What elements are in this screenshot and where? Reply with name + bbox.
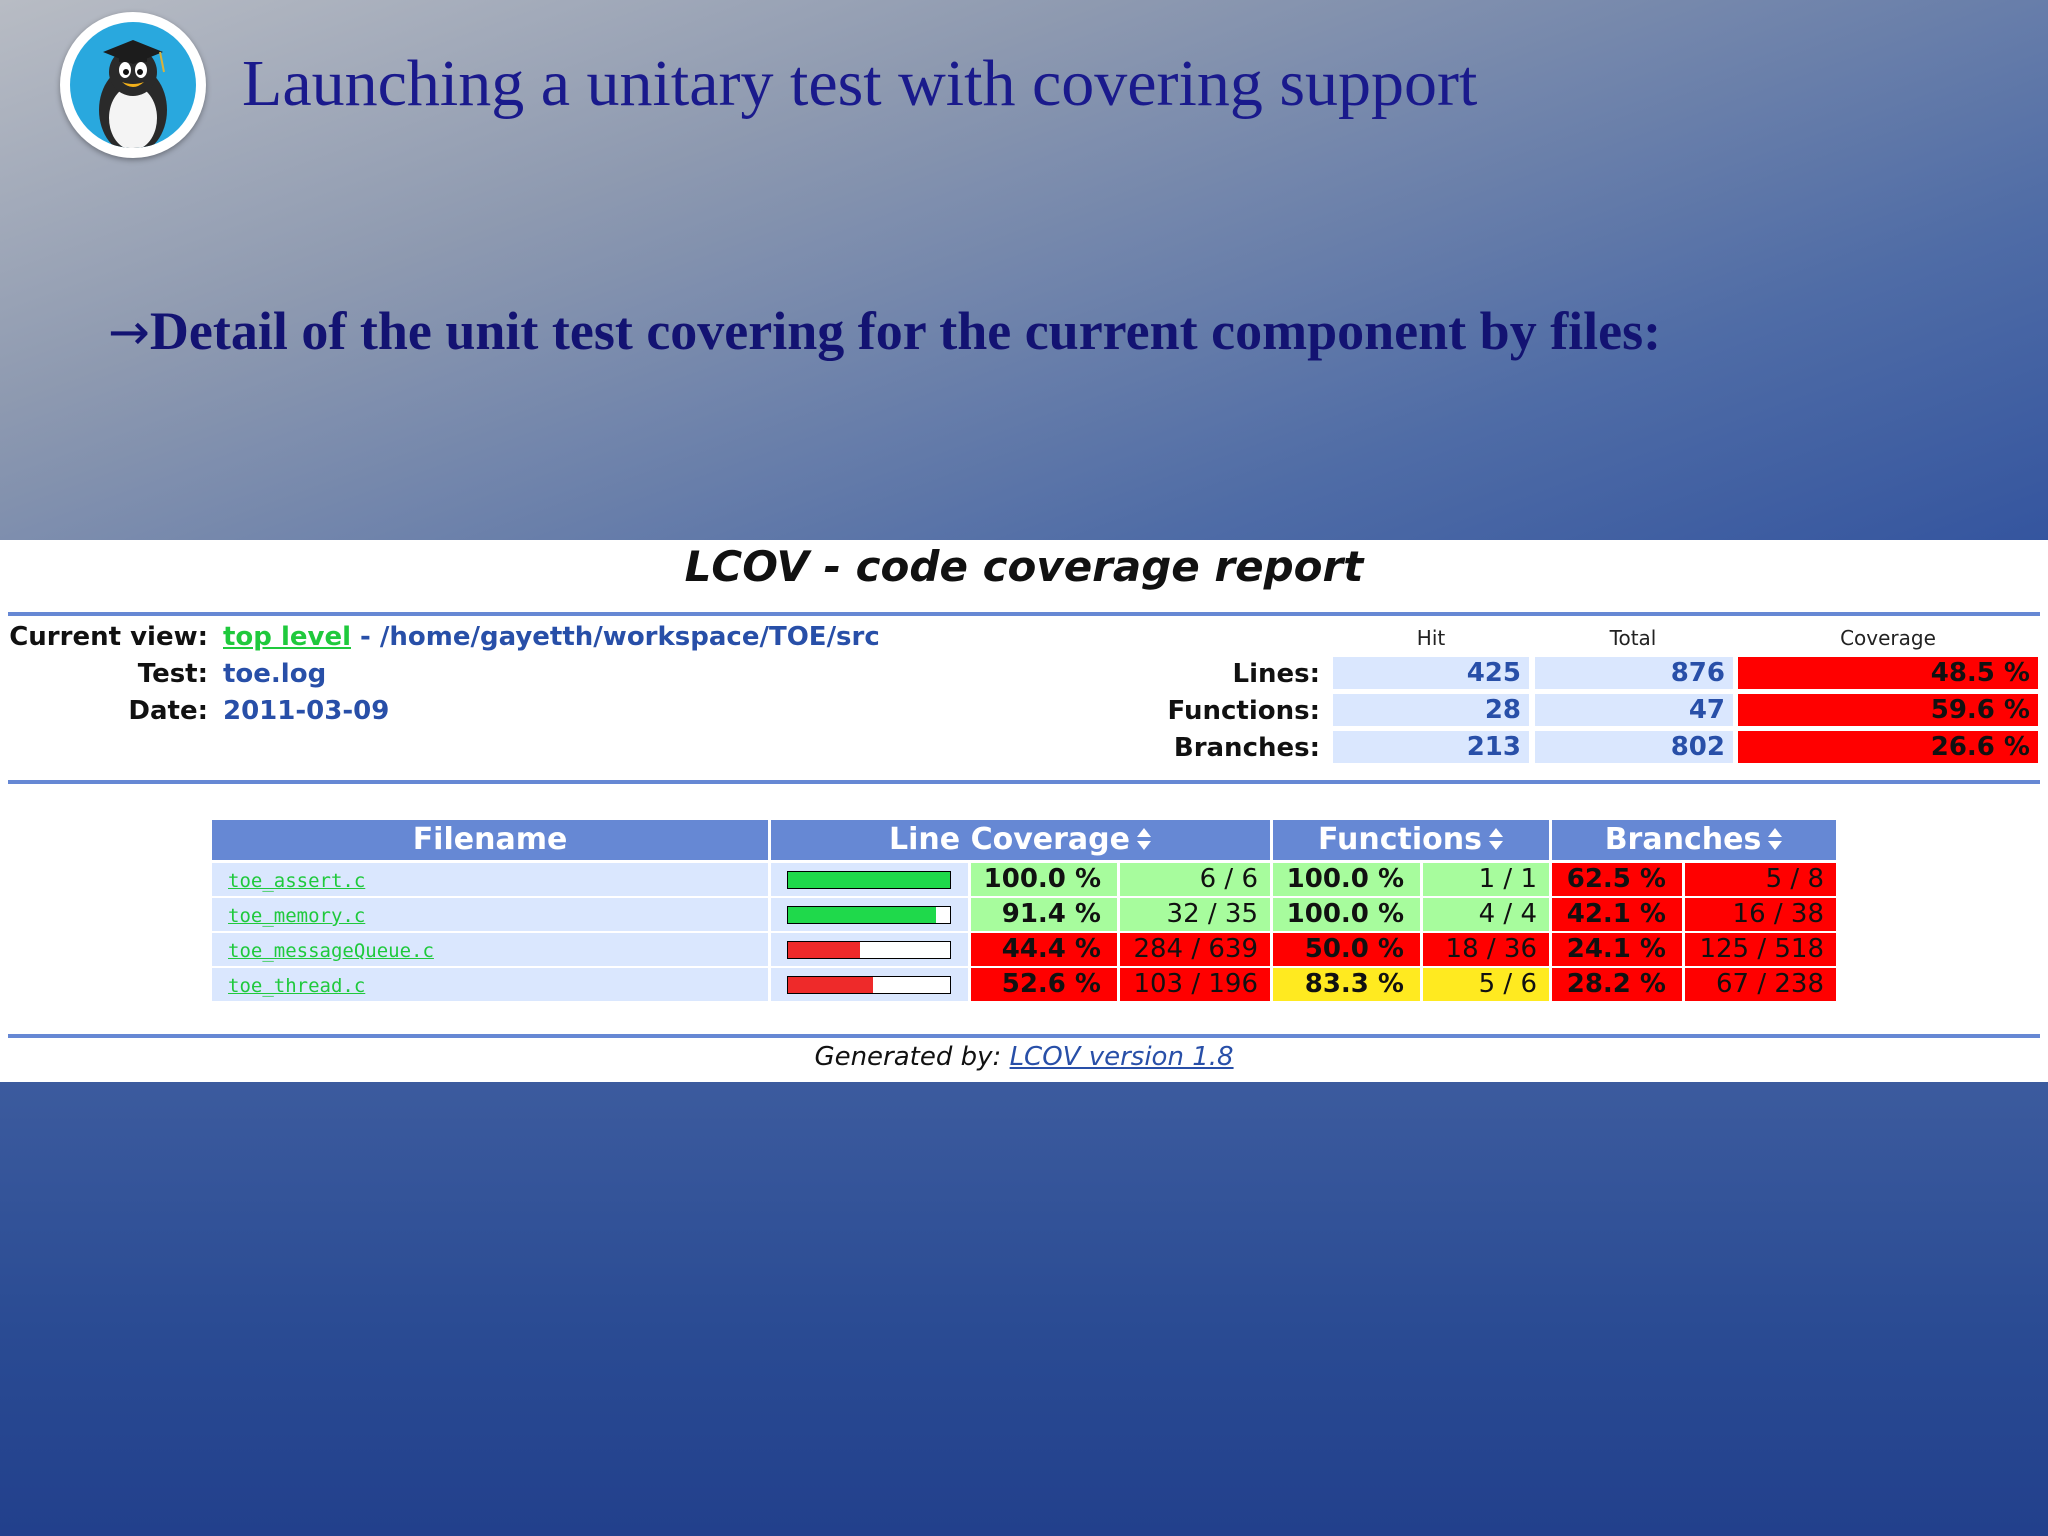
summary-lines-hit: 425: [1333, 657, 1529, 689]
summary-functions-total: 47: [1535, 694, 1733, 726]
coverage-bar: [787, 871, 951, 889]
summary-lines-coverage: 48.5 %: [1738, 657, 2038, 689]
coverage-bar: [787, 906, 951, 924]
lcov-report: LCOV - code coverage report Current view…: [0, 540, 2048, 1082]
sort-icon[interactable]: [1136, 827, 1152, 851]
coverage-bar-fill: [788, 977, 874, 993]
column-header-filename[interactable]: Filename: [212, 820, 768, 860]
branches-count: 125 / 518: [1685, 933, 1836, 966]
filename-cell: toe_messageQueue.c: [212, 933, 768, 966]
filename-cell: toe_memory.c: [212, 898, 768, 931]
file-link[interactable]: toe_thread.c: [228, 975, 365, 997]
coverage-bar-cell: [771, 898, 968, 931]
summary-lines-label: Lines:: [1232, 659, 1321, 689]
arrow-right-icon: →: [108, 303, 150, 361]
functions-count: 1 / 1: [1423, 863, 1549, 896]
line-coverage-count: 6 / 6: [1120, 863, 1270, 896]
report-footer: Generated by: LCOV version 1.8: [0, 1042, 2048, 1072]
coverage-bar-fill: [788, 907, 937, 923]
divider: [8, 780, 2040, 784]
current-view-label: Current view:: [9, 622, 208, 652]
functions-percent: 100.0 %: [1273, 863, 1420, 896]
branches-count: 67 / 238: [1685, 968, 1836, 1001]
line-coverage-percent: 52.6 %: [971, 968, 1117, 1001]
file-link[interactable]: toe_memory.c: [228, 905, 365, 927]
column-header-branches[interactable]: Branches: [1552, 820, 1836, 860]
branches-percent: 24.1 %: [1552, 933, 1682, 966]
summary-functions-coverage: 59.6 %: [1738, 694, 2038, 726]
coverage-bar-cell: [771, 968, 968, 1001]
branches-count: 5 / 8: [1685, 863, 1836, 896]
path-separator: -: [351, 622, 380, 652]
coverage-bar-fill: [788, 942, 860, 958]
divider: [8, 612, 2040, 616]
lcov-version-link[interactable]: LCOV version 1.8: [1010, 1042, 1234, 1072]
summary-branches-label: Branches:: [1173, 733, 1320, 763]
line-coverage-percent: 44.4 %: [971, 933, 1117, 966]
line-coverage-count: 103 / 196: [1120, 968, 1270, 1001]
sort-icon[interactable]: [1488, 827, 1504, 851]
summary-branches-total: 802: [1535, 731, 1733, 763]
branches-count: 16 / 38: [1685, 898, 1836, 931]
report-title: LCOV - code coverage report: [684, 542, 1364, 591]
filename-header-label: Filename: [412, 822, 568, 857]
summary-header-coverage: Coverage: [1840, 626, 1936, 650]
file-link[interactable]: toe_assert.c: [228, 870, 365, 892]
coverage-bar: [787, 941, 951, 959]
line-coverage-header-label: Line Coverage: [889, 822, 1130, 857]
line-coverage-percent: 91.4 %: [971, 898, 1117, 931]
functions-percent: 50.0 %: [1273, 933, 1420, 966]
footer-label: Generated by:: [814, 1042, 1010, 1072]
date-value: 2011-03-09: [223, 696, 390, 726]
summary-functions-hit: 28: [1333, 694, 1529, 726]
slide-title: Launching a unitary test with covering s…: [242, 47, 1478, 120]
branches-percent: 28.2 %: [1552, 968, 1682, 1001]
divider: [8, 1034, 2040, 1038]
slide-background-lower: [0, 1082, 2048, 1536]
sort-icon[interactable]: [1767, 827, 1783, 851]
bullet-label: Detail of the unit test covering for the…: [149, 301, 1662, 361]
coverage-bar: [787, 976, 951, 994]
coverage-bar-cell: [771, 863, 968, 896]
summary-branches-hit: 213: [1333, 731, 1529, 763]
column-header-line-coverage[interactable]: Line Coverage: [771, 820, 1270, 860]
functions-percent: 100.0 %: [1273, 898, 1420, 931]
filename-cell: toe_thread.c: [212, 968, 768, 1001]
functions-count: 18 / 36: [1423, 933, 1549, 966]
functions-header-label: Functions: [1318, 822, 1482, 857]
line-coverage-count: 284 / 639: [1120, 933, 1270, 966]
branches-percent: 62.5 %: [1552, 863, 1682, 896]
line-coverage-percent: 100.0 %: [971, 863, 1117, 896]
current-view-value: top level - /home/gayetth/workspace/TOE/…: [223, 622, 880, 652]
test-value: toe.log: [223, 659, 327, 689]
summary-lines-total: 876: [1535, 657, 1733, 689]
file-link[interactable]: toe_messageQueue.c: [228, 940, 434, 962]
bullet-text: →Detail of the unit test covering for th…: [108, 300, 1661, 362]
summary-functions-label: Functions:: [1167, 696, 1320, 726]
coverage-bar-fill: [788, 872, 950, 888]
current-path: /home/gayetth/workspace/TOE/src: [379, 622, 880, 652]
branches-header-label: Branches: [1604, 822, 1762, 857]
summary-branches-coverage: 26.6 %: [1738, 731, 2038, 763]
test-label: Test:: [137, 659, 208, 689]
functions-count: 4 / 4: [1423, 898, 1549, 931]
penguin-graduate-icon: [60, 12, 206, 158]
summary-header-hit: Hit: [1416, 626, 1446, 650]
column-header-functions[interactable]: Functions: [1273, 820, 1549, 860]
coverage-bar-cell: [771, 933, 968, 966]
functions-count: 5 / 6: [1423, 968, 1549, 1001]
date-label: Date:: [128, 696, 208, 726]
summary-header-total: Total: [1609, 626, 1657, 650]
line-coverage-count: 32 / 35: [1120, 898, 1270, 931]
functions-percent: 83.3 %: [1273, 968, 1420, 1001]
top-level-link[interactable]: top level: [223, 622, 351, 652]
filename-cell: toe_assert.c: [212, 863, 768, 896]
branches-percent: 42.1 %: [1552, 898, 1682, 931]
